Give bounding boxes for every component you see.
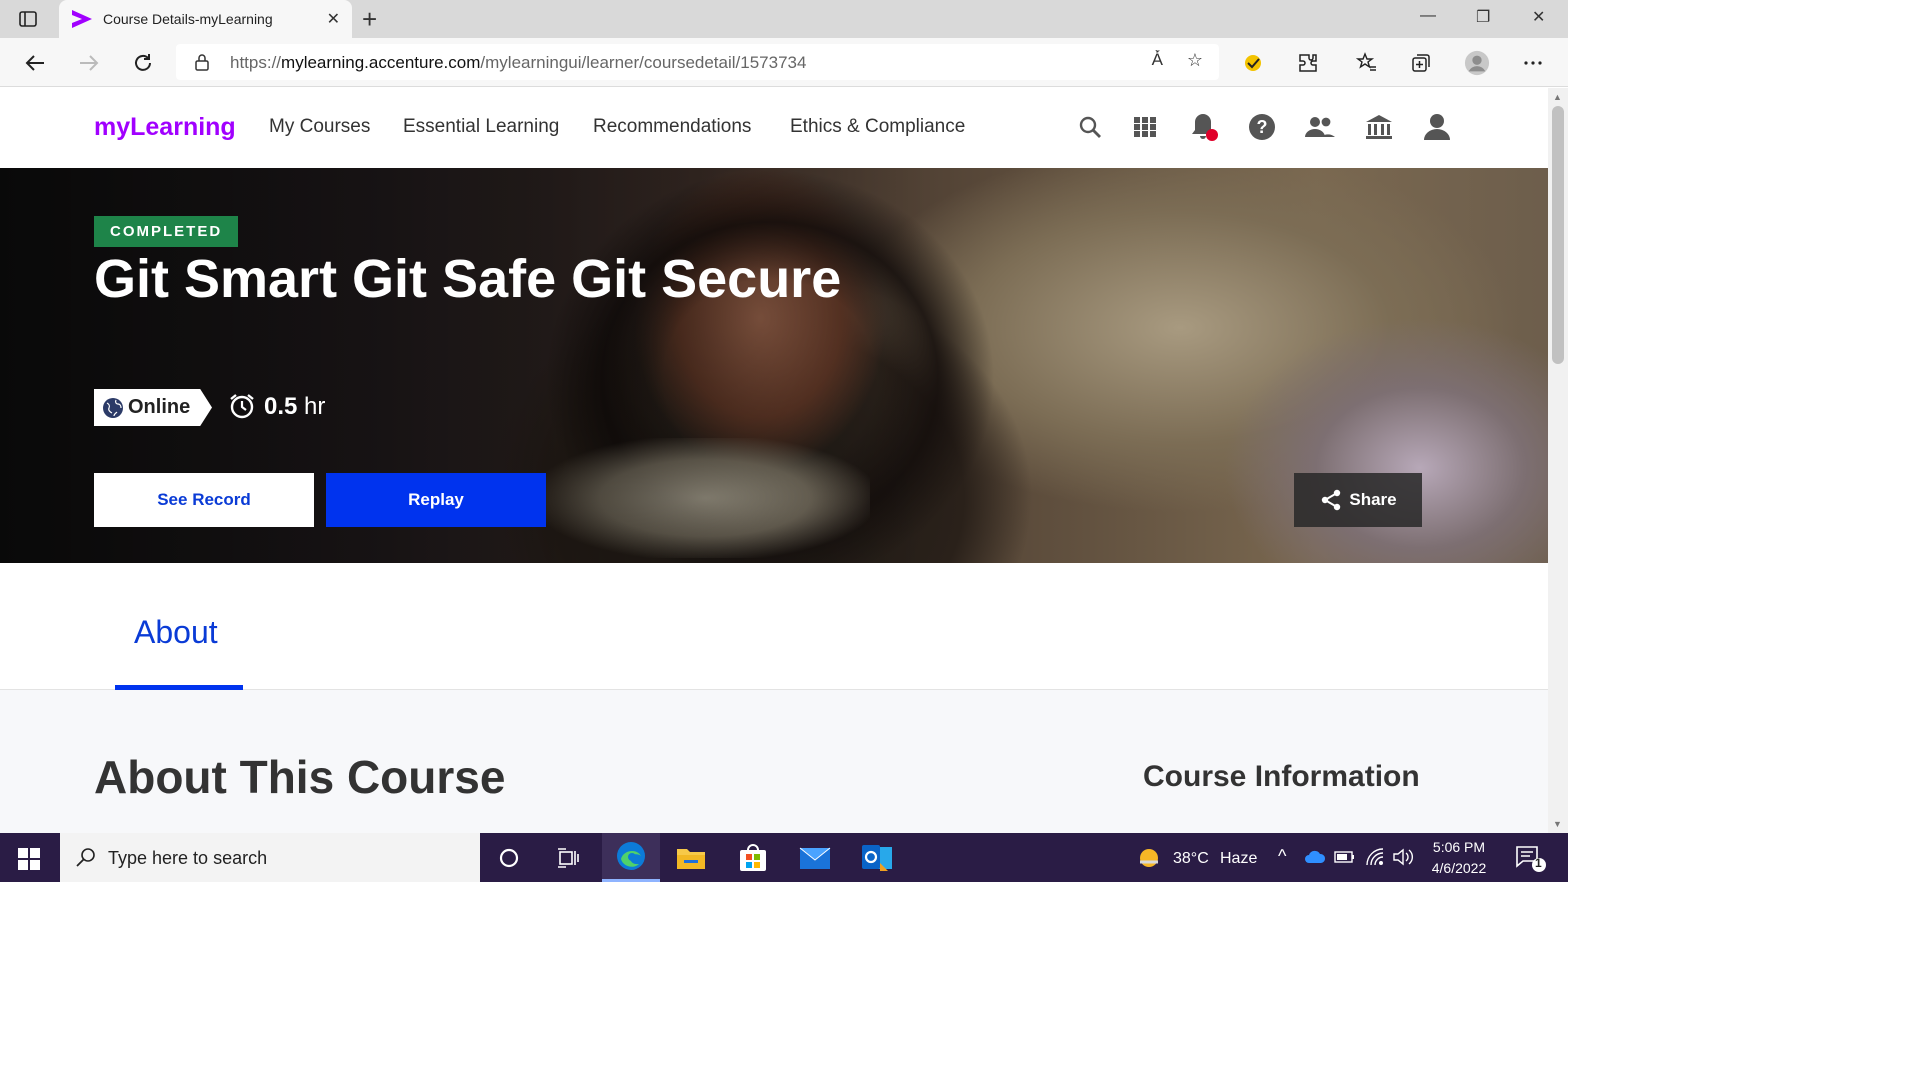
- duration-value: 0.5: [264, 393, 298, 420]
- course-title: Git Smart Git Safe Git Secure: [94, 249, 842, 309]
- web-page: myLearning My Courses Essential Learning…: [0, 88, 1548, 833]
- duration-unit: hr: [304, 393, 326, 420]
- back-icon[interactable]: [22, 50, 48, 76]
- extensions-icon[interactable]: [1295, 50, 1321, 76]
- taskbar-clock[interactable]: 5:06 PM 4/6/2022: [1418, 837, 1500, 879]
- favorites-icon[interactable]: [1354, 50, 1380, 76]
- svg-text:?: ?: [1257, 117, 1268, 137]
- window-close-icon[interactable]: ✕: [1532, 7, 1545, 27]
- course-information-heading: Course Information: [1143, 760, 1420, 793]
- cortana-icon[interactable]: [480, 833, 538, 882]
- scrollbar-thumb[interactable]: [1552, 106, 1564, 364]
- about-course-heading: About This Course: [94, 751, 506, 803]
- url-text[interactable]: https://mylearning.accenture.com/mylearn…: [230, 53, 806, 73]
- replay-button[interactable]: Replay: [326, 473, 546, 527]
- restore-icon[interactable]: ❐: [1476, 7, 1490, 27]
- address-bar[interactable]: https://mylearning.accenture.com/mylearn…: [176, 44, 1219, 80]
- volume-icon[interactable]: [1392, 847, 1414, 867]
- lock-icon[interactable]: [194, 53, 210, 71]
- edge-taskbar-icon[interactable]: [602, 833, 660, 882]
- microsoft-store-icon[interactable]: [724, 833, 782, 882]
- weather-sun-icon[interactable]: [1136, 845, 1162, 871]
- site-header: myLearning My Courses Essential Learning…: [0, 88, 1548, 168]
- outlook-icon[interactable]: [848, 833, 906, 882]
- read-aloud-icon[interactable]: Á̀: [1152, 50, 1163, 70]
- taskbar-search-placeholder: Type here to search: [108, 848, 268, 868]
- file-explorer-icon[interactable]: [662, 833, 720, 882]
- nav-my-courses[interactable]: My Courses: [269, 116, 370, 138]
- windows-start-icon[interactable]: [18, 848, 40, 870]
- add-favorite-icon[interactable]: ☆: [1187, 50, 1203, 71]
- scroll-up-icon[interactable]: ▲: [1553, 92, 1562, 102]
- windows-taskbar: Type here to search 38°C Haze ^ 5:06 PM …: [0, 833, 1568, 882]
- course-content: About This Course Course Information: [0, 690, 1548, 833]
- taskbar-search-box[interactable]: Type here to search: [60, 833, 480, 882]
- brand-logo[interactable]: myLearning: [94, 113, 236, 142]
- new-tab-button[interactable]: +: [362, 4, 377, 35]
- page-scrollbar[interactable]: ▲ ▼: [1548, 88, 1568, 833]
- clock-date: 4/6/2022: [1431, 860, 1487, 876]
- share-label: Share: [1349, 490, 1397, 509]
- apps-grid-icon[interactable]: [1130, 112, 1160, 142]
- tab-actions-icon[interactable]: [18, 9, 38, 29]
- weather-condition[interactable]: Haze: [1220, 850, 1257, 868]
- share-button[interactable]: Share: [1294, 473, 1422, 527]
- bell-icon[interactable]: [1188, 112, 1218, 142]
- course-hero-banner: COMPLETED Git Smart Git Safe Git Secure …: [0, 168, 1548, 563]
- tab-about-label: About: [134, 614, 218, 650]
- browser-tab-active[interactable]: Course Details-myLearning ✕: [59, 0, 352, 38]
- status-badge: COMPLETED: [94, 216, 239, 247]
- institution-icon[interactable]: [1364, 112, 1394, 142]
- show-hidden-icons-icon[interactable]: ^: [1278, 846, 1286, 867]
- tab-about[interactable]: About: [115, 563, 243, 690]
- weather-temperature[interactable]: 38°C: [1173, 850, 1209, 868]
- extension-check-icon[interactable]: [1240, 50, 1266, 76]
- delivery-type-label: Online: [128, 396, 191, 418]
- globe-icon: [103, 398, 123, 418]
- scroll-down-icon[interactable]: ▼: [1553, 819, 1562, 829]
- profile-icon[interactable]: [1422, 112, 1452, 142]
- clock-time: 5:06 PM: [1432, 839, 1486, 855]
- nav-ethics-compliance[interactable]: Ethics & Compliance: [790, 116, 965, 138]
- wifi-icon[interactable]: [1365, 847, 1387, 867]
- delivery-type-chip: Online: [94, 389, 212, 426]
- see-record-button[interactable]: See Record: [94, 473, 314, 527]
- profile-avatar-icon[interactable]: [1464, 50, 1490, 76]
- nav-recommendations[interactable]: Recommendations: [593, 116, 751, 138]
- browser-tab-strip: Course Details-myLearning ✕ + — ❐ ✕: [0, 0, 1568, 38]
- share-icon: [1322, 489, 1341, 511]
- alarm-clock-icon: [230, 394, 254, 419]
- people-icon[interactable]: [1305, 112, 1335, 142]
- tab-title: Course Details-myLearning: [103, 11, 273, 27]
- refresh-icon[interactable]: [130, 50, 156, 76]
- browser-toolbar: https://mylearning.accenture.com/mylearn…: [0, 38, 1568, 87]
- notifications-icon[interactable]: [1515, 845, 1547, 873]
- course-tabs: About: [0, 563, 1548, 690]
- search-icon: [76, 848, 95, 867]
- mail-icon[interactable]: [786, 833, 844, 882]
- battery-icon[interactable]: [1334, 850, 1356, 864]
- onedrive-cloud-icon[interactable]: [1304, 850, 1326, 864]
- task-view-icon[interactable]: [540, 833, 598, 882]
- course-duration: 0.5 hr: [228, 392, 325, 425]
- notification-count-badge: 1: [1535, 856, 1542, 870]
- nav-essential-learning[interactable]: Essential Learning: [403, 116, 559, 138]
- forward-icon[interactable]: [76, 50, 102, 76]
- help-icon[interactable]: ?: [1247, 112, 1277, 142]
- collections-icon[interactable]: [1408, 50, 1434, 76]
- more-menu-icon[interactable]: [1520, 50, 1546, 76]
- search-icon[interactable]: [1075, 112, 1105, 142]
- minimize-icon[interactable]: —: [1420, 7, 1436, 25]
- tab-close-icon[interactable]: ✕: [327, 9, 340, 29]
- accenture-favicon-icon: [72, 10, 92, 28]
